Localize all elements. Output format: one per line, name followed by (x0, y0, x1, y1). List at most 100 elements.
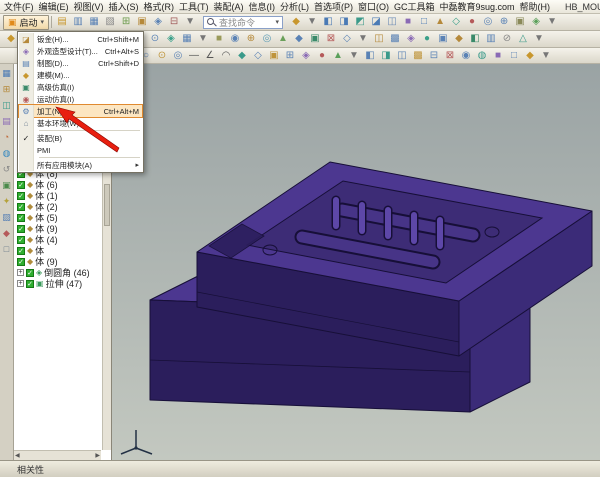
resource-icon[interactable]: ▤ (1, 116, 12, 127)
toolbar-icon[interactable]: ◎ (170, 49, 186, 63)
menubar-item[interactable]: 编辑(E) (39, 0, 69, 13)
menubar-item[interactable]: 装配(A) (214, 0, 244, 13)
toolbar-icon[interactable]: ◎ (259, 32, 275, 46)
checkbox-checked-icon[interactable]: ✓ (17, 214, 25, 222)
menubar-item[interactable]: 信息(I) (249, 0, 276, 13)
toolbar-icon[interactable]: ◫ (384, 15, 400, 29)
toolbar-icon[interactable]: ⊠ (442, 49, 458, 63)
menubar-item[interactable]: 中磊教育9sug.com (440, 0, 515, 13)
toolbar-icon[interactable]: ◈ (150, 15, 166, 29)
checkbox-checked-icon[interactable]: ✓ (26, 280, 34, 288)
toolbar-icon[interactable]: ◈ (163, 32, 179, 46)
toolbar-icon[interactable]: ⊕ (243, 32, 259, 46)
menubar-item[interactable]: 格式(R) (144, 0, 175, 13)
graphics-window[interactable] (112, 64, 600, 460)
checkbox-checked-icon[interactable]: ✓ (26, 269, 34, 277)
checkbox-checked-icon[interactable]: ✓ (17, 192, 25, 200)
toolbar-icon[interactable]: ▲ (275, 32, 291, 46)
start-menu-item[interactable]: ▣ 高级仿真(I) (19, 81, 142, 93)
start-menu-item[interactable]: ◆ 建模(M)... (19, 69, 142, 81)
checkbox-checked-icon[interactable]: ✓ (17, 247, 25, 255)
menubar-item[interactable]: 首选项(P) (314, 0, 353, 13)
menubar-item[interactable]: 文件(F) (4, 0, 34, 13)
resource-icon[interactable]: ✦ (1, 196, 12, 207)
scroll-right-icon[interactable]: ▶ (95, 452, 100, 459)
toolbar-icon[interactable]: ◉ (458, 49, 474, 63)
checkbox-checked-icon[interactable]: ✓ (17, 181, 25, 189)
start-menu-item[interactable]: 所有应用模块(A) ▸ (19, 159, 142, 171)
toolbar-icon[interactable]: ▼ (195, 32, 211, 46)
toolbar-icon[interactable]: ▼ (182, 15, 198, 29)
toolbar-icon[interactable]: ⊕ (496, 15, 512, 29)
toolbar-icon[interactable]: ⊘ (499, 32, 515, 46)
tree-row[interactable]: ✓ ◆ 体 (2) (17, 201, 100, 212)
expand-icon[interactable]: + (17, 280, 24, 287)
toolbar-icon[interactable]: ◈ (403, 32, 419, 46)
toolbar-icon[interactable]: ◈ (298, 49, 314, 63)
menubar-item[interactable]: 窗口(O) (358, 0, 389, 13)
toolbar-icon[interactable]: ▧ (102, 15, 118, 29)
toolbar-icon[interactable]: ■ (490, 49, 506, 63)
toolbar-icon[interactable]: ● (419, 32, 435, 46)
toolbar-icon[interactable]: ▲ (432, 15, 448, 29)
resource-icon[interactable]: ◆ (1, 228, 12, 239)
toolbar-icon[interactable]: ◍ (474, 49, 490, 63)
toolbar-icon[interactable]: ▣ (512, 15, 528, 29)
toolbar-icon[interactable]: ⊠ (323, 32, 339, 46)
toolbar-icon[interactable]: ◫ (394, 49, 410, 63)
toolbar-icon[interactable]: ◆ (522, 49, 538, 63)
toolbar-icon[interactable]: ◩ (352, 15, 368, 29)
toolbar-icon[interactable]: ▦ (86, 15, 102, 29)
menubar-item[interactable]: 视图(V) (74, 0, 104, 13)
start-menu-item[interactable]: PMI (19, 144, 142, 156)
toolbar-icon[interactable]: ⊙ (147, 32, 163, 46)
start-menu-item[interactable]: ▤ 制图(D)... Ctrl+Shift+D (19, 57, 142, 69)
command-finder-input[interactable]: 查找命令 ▾ (203, 16, 283, 29)
toolbar-icon[interactable]: ◈ (528, 15, 544, 29)
toolbar-icon[interactable]: ⊟ (426, 49, 442, 63)
toolbar-icon[interactable]: ▲ (330, 49, 346, 63)
toolbar-icon[interactable]: ◇ (339, 32, 355, 46)
toolbar-icon[interactable]: ▥ (70, 15, 86, 29)
scroll-left-icon[interactable]: ◀ (15, 452, 20, 459)
tree-row[interactable]: ✓ ◆ 体 (17, 245, 100, 256)
toolbar-icon[interactable]: ◆ (234, 49, 250, 63)
toolbar-icon[interactable]: ▼ (355, 32, 371, 46)
horizontal-scrollbar[interactable]: ◀ ▶ (14, 450, 101, 460)
tree-row[interactable]: ✓ ◆ 体 (5) (17, 212, 100, 223)
resource-icon[interactable]: ◔ (1, 132, 12, 143)
tree-row[interactable]: ✓ ◆ 体 (4) (17, 234, 100, 245)
toolbar-icon[interactable]: ◠ (218, 49, 234, 63)
toolbar-icon[interactable]: ∠ (202, 49, 218, 63)
toolbar-icon[interactable]: ◨ (378, 49, 394, 63)
toolbar-icon[interactable]: — (186, 49, 202, 63)
toolbar-icon[interactable]: ◉ (227, 32, 243, 46)
toolbar-icon[interactable]: ◇ (250, 49, 266, 63)
tree-row[interactable]: ✓ ◆ 体 (9) (17, 223, 100, 234)
toolbar-icon[interactable]: □ (506, 49, 522, 63)
toolbar-icon[interactable]: ▼ (544, 15, 560, 29)
toolbar-icon[interactable]: ▩ (410, 49, 426, 63)
toolbar-icon[interactable]: ▼ (304, 15, 320, 29)
start-application-button[interactable]: ▣ 启动 ▾ (3, 15, 49, 30)
toolbar-icon[interactable]: ▩ (387, 32, 403, 46)
toolbar-icon[interactable]: ⊞ (282, 49, 298, 63)
resource-icon[interactable]: ↺ (1, 164, 12, 175)
resource-icon[interactable]: ⊞ (1, 84, 12, 95)
checkbox-checked-icon[interactable]: ✓ (17, 225, 25, 233)
dependencies-bar[interactable]: 相关性 (0, 460, 600, 477)
resource-icon[interactable]: ◫ (1, 100, 12, 111)
menubar-item[interactable]: 帮助(H) (520, 0, 551, 13)
menubar-item[interactable]: 插入(S) (109, 0, 139, 13)
checkbox-checked-icon[interactable]: ✓ (17, 236, 25, 244)
checkbox-checked-icon[interactable]: ✓ (17, 203, 25, 211)
resource-icon[interactable]: □ (1, 244, 12, 255)
toolbar-icon[interactable]: ◫ (371, 32, 387, 46)
tree-row[interactable]: ✓ ◆ 体 (1) (17, 190, 100, 201)
menubar-item[interactable]: GC工具箱 (394, 0, 435, 13)
toolbar-icon[interactable]: ▣ (266, 49, 282, 63)
toolbar-icon[interactable]: ◧ (362, 49, 378, 63)
tree-row[interactable]: ✓ ◆ 体 (6) (17, 179, 100, 190)
caret-down-icon[interactable]: ▾ (276, 18, 280, 26)
toolbar-icon[interactable]: ⊟ (166, 15, 182, 29)
